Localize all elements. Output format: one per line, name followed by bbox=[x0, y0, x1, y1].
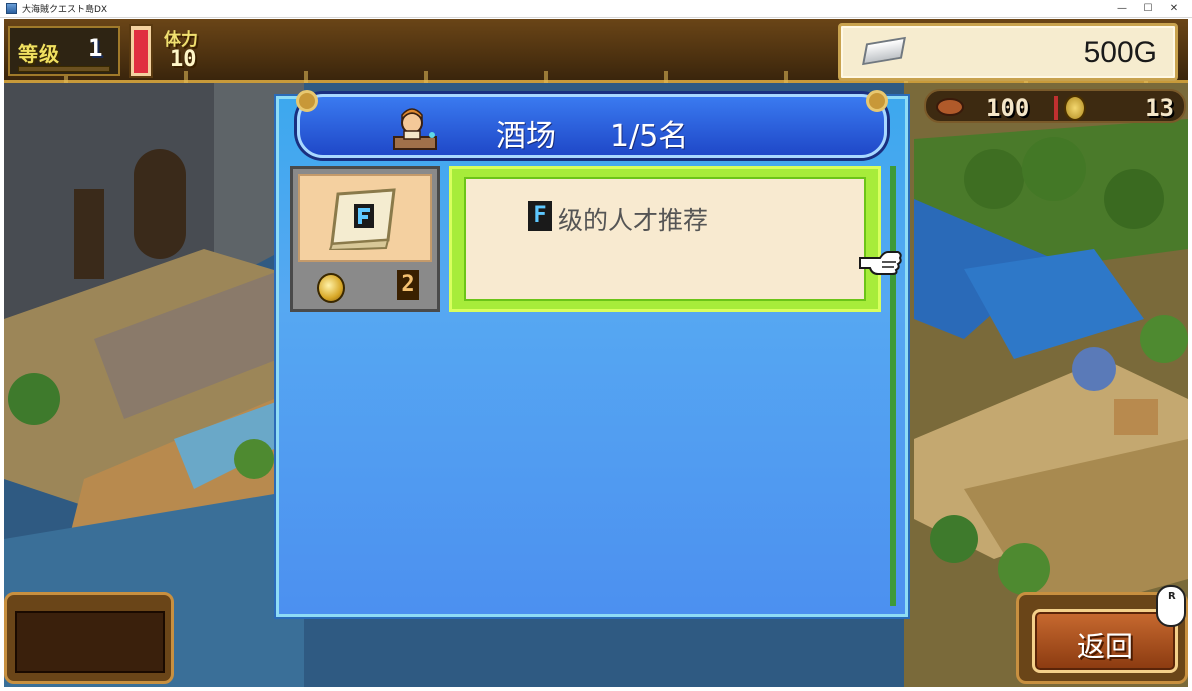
list-scrollbar[interactable] bbox=[890, 166, 896, 606]
maximize-button[interactable]: ☐ bbox=[1134, 0, 1162, 18]
item-card-image-area bbox=[298, 174, 432, 262]
level-value: 1 bbox=[88, 34, 103, 62]
medal-icon bbox=[1064, 95, 1086, 121]
back-button-label: 返回 bbox=[1076, 630, 1133, 663]
meat-icon bbox=[936, 98, 964, 116]
app-icon bbox=[6, 3, 17, 14]
item-cost: 2 bbox=[397, 270, 419, 300]
window-title: 大海賊クエスト島DX bbox=[22, 5, 108, 15]
level-label: 等级 bbox=[18, 42, 60, 66]
item-description: 级的人才推荐 bbox=[558, 206, 709, 235]
minimize-button[interactable]: — bbox=[1108, 0, 1136, 18]
window-titlebar: 大海賊クエスト島DX — ☐ ✕ bbox=[0, 0, 1192, 18]
level-panel: 等级 1 bbox=[8, 26, 120, 76]
key-hint-label: R bbox=[1168, 591, 1176, 602]
header-ornament-left bbox=[296, 90, 318, 112]
food-value: 100 bbox=[986, 94, 1030, 122]
tavern-keeper-icon bbox=[393, 108, 437, 150]
bottom-left-panel-inner bbox=[15, 611, 165, 673]
gold-coin-icon bbox=[317, 273, 345, 303]
top-hud: 等级 1 体力 10 500G bbox=[4, 19, 1188, 83]
exp-bar bbox=[18, 66, 110, 72]
hand-pointer-icon bbox=[859, 251, 902, 275]
resource-bar: 100 13 bbox=[924, 89, 1186, 123]
mouse-right-click-icon: R bbox=[1156, 585, 1186, 627]
silver-ingot-icon bbox=[862, 36, 906, 66]
header-ornament-right bbox=[866, 90, 888, 112]
grade-badge: F bbox=[528, 201, 552, 231]
recruit-item-detail[interactable]: F 级的人才推荐 bbox=[449, 166, 881, 312]
recruit-item-card[interactable]: 2 bbox=[290, 166, 440, 312]
bottom-left-panel bbox=[4, 592, 174, 684]
dialog-title: 酒场 bbox=[496, 119, 556, 154]
close-button[interactable]: ✕ bbox=[1160, 0, 1188, 18]
recruit-count: 1/5名 bbox=[610, 119, 689, 154]
item-detail-inner: F 级的人才推荐 bbox=[464, 177, 866, 301]
stamina-value: 10 bbox=[170, 47, 197, 72]
hp-gauge bbox=[129, 24, 153, 78]
resource-separator bbox=[1054, 96, 1058, 120]
hp-gauge-fill bbox=[134, 30, 148, 73]
medal-value: 13 bbox=[1145, 94, 1174, 122]
back-button[interactable]: 返回 bbox=[1032, 609, 1178, 673]
scroll-icon bbox=[328, 188, 396, 250]
gold-panel: 500G bbox=[838, 23, 1178, 81]
gold-value: 500G bbox=[1083, 36, 1157, 69]
dialog-header bbox=[297, 94, 887, 158]
